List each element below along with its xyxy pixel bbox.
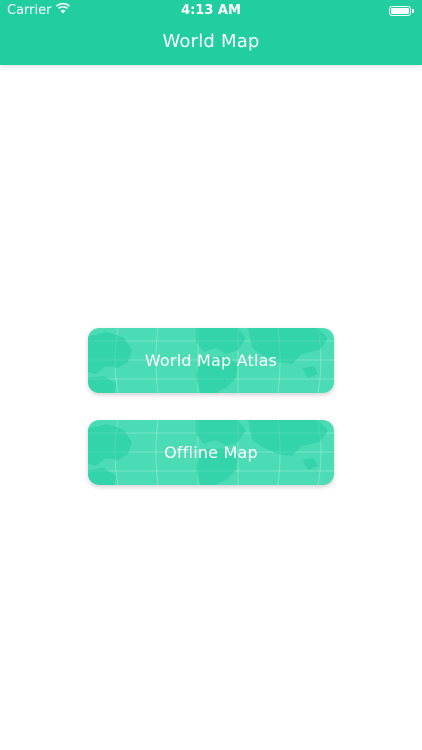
battery-icon: [389, 5, 415, 17]
offline-map-label: Offline Map: [164, 443, 258, 462]
status-bar: Carrier 4:13 AM: [0, 0, 422, 22]
world-map-atlas-button[interactable]: World Map Atlas: [88, 328, 334, 393]
status-time: 4:13 AM: [181, 3, 241, 18]
world-map-atlas-label: World Map Atlas: [144, 351, 278, 370]
page-title: World Map: [162, 31, 260, 52]
battery-level: [391, 8, 409, 14]
app-header: Carrier 4:13 AM World Map: [0, 0, 422, 65]
offline-map-button[interactable]: Offline Map: [88, 420, 334, 485]
